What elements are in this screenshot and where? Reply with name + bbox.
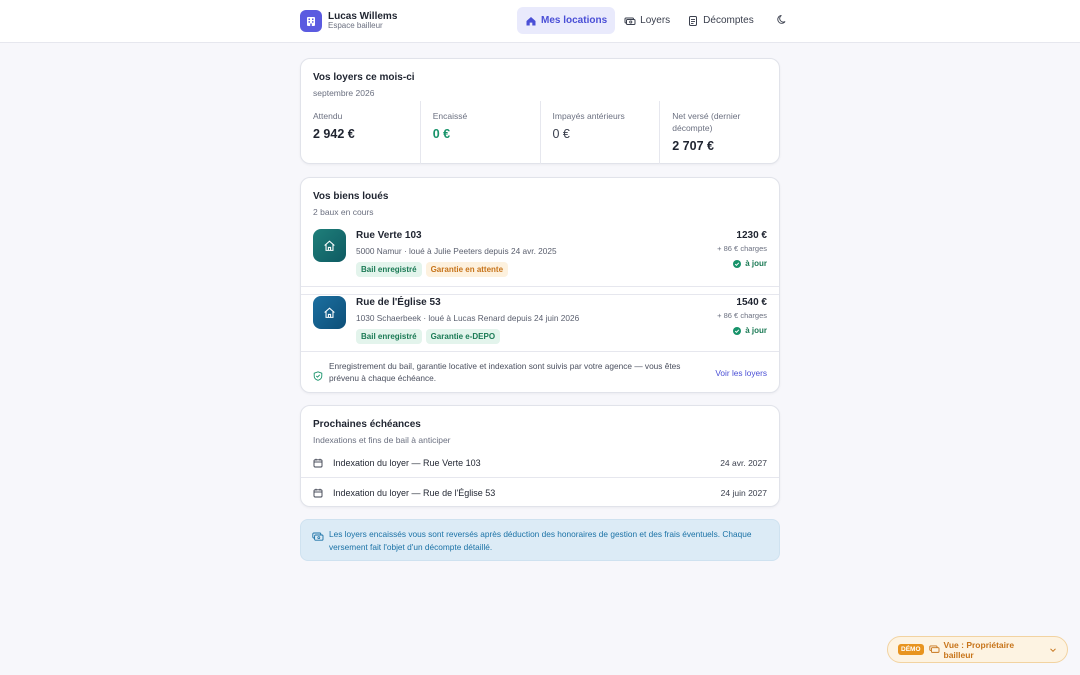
house-icon bbox=[313, 229, 346, 262]
stat-expected: Attendu 2 942 € bbox=[301, 101, 421, 164]
stat-label: Encaissé bbox=[432, 111, 468, 121]
property-rent: 1540 € bbox=[736, 297, 767, 308]
summary-period: septembre 2026 bbox=[313, 88, 375, 98]
calendar-icon bbox=[313, 458, 323, 468]
nav-decomptes[interactable]: Décomptes bbox=[679, 7, 762, 34]
deadline-row[interactable]: Indexation du loyer — Rue de l'Église 53… bbox=[301, 478, 779, 507]
status-text: à jour bbox=[745, 259, 767, 268]
building-icon bbox=[300, 10, 322, 32]
deadlines-title: Prochaines échéances bbox=[313, 419, 421, 430]
agency-note: Enregistrement du bail, garantie locativ… bbox=[301, 352, 779, 394]
property-rent-block: 1540 € + 86 € charges à jour bbox=[717, 297, 767, 335]
property-rent-block: 1230 € + 86 € charges à jour bbox=[717, 230, 767, 268]
properties-count: 2 baux en cours bbox=[313, 207, 374, 217]
property-name: Rue Verte 103 bbox=[356, 230, 422, 241]
upcoming-deadlines-card: Prochaines échéances Indexations et fins… bbox=[300, 405, 780, 507]
nav-label: Décomptes bbox=[703, 15, 754, 26]
deadline-row[interactable]: Indexation du loyer — Rue Verte 103 24 a… bbox=[301, 449, 779, 478]
money-icon bbox=[624, 15, 636, 27]
deadline-label: Indexation du loyer — Rue Verte 103 bbox=[333, 458, 481, 468]
stat-value: 2 707 € bbox=[672, 138, 714, 153]
status-text: à jour bbox=[745, 326, 767, 335]
properties-title: Vos biens loués bbox=[313, 191, 389, 202]
stat-value: 0 € bbox=[432, 126, 451, 141]
property-tags: Bail enregistré Garantie e-DEPO bbox=[356, 329, 504, 344]
money-icon bbox=[312, 529, 324, 541]
monthly-rent-summary-card: Vos loyers ce mois-ci septembre 2026 Att… bbox=[300, 58, 780, 164]
banner-text: Les loyers encaissés vous sont reversés … bbox=[329, 529, 752, 553]
brand: Lucas Willems Espace bailleur bbox=[300, 10, 397, 32]
stat-label: Attendu bbox=[313, 111, 343, 121]
stat-collected: Encaissé 0 € bbox=[421, 101, 541, 164]
summary-stats: Attendu 2 942 € Encaissé 0 € Impayés ant… bbox=[301, 101, 779, 164]
property-charges: + 86 € charges bbox=[717, 244, 767, 253]
nav-loyers[interactable]: Loyers bbox=[616, 7, 678, 34]
nav-label: Loyers bbox=[640, 15, 671, 26]
nav-label: Mes locations bbox=[541, 15, 608, 26]
info-banner: Les loyers encaissés vous sont reversés … bbox=[300, 519, 780, 561]
demo-role-switcher[interactable]: DÉMO Vue : Propriétaire bailleur bbox=[887, 636, 1068, 663]
property-rent: 1230 € bbox=[736, 230, 767, 241]
tag-lease-registered: Bail enregistré bbox=[356, 329, 422, 344]
property-description: 1030 Schaerbeek · loué à Lucas Renard de… bbox=[356, 313, 580, 323]
stat-net-paid: Net versé (dernier décompte) 2 707 € bbox=[660, 101, 779, 164]
house-icon bbox=[313, 296, 346, 329]
property-name: Rue de l'Église 53 bbox=[356, 297, 441, 308]
summary-title: Vos loyers ce mois-ci bbox=[313, 72, 415, 83]
property-row[interactable]: Rue de l'Église 53 1030 Schaerbeek · lou… bbox=[301, 286, 779, 352]
document-icon bbox=[687, 15, 699, 27]
check-circle-icon bbox=[733, 259, 742, 268]
stat-value: 2 942 € bbox=[313, 126, 355, 141]
demo-badge: DÉMO bbox=[898, 644, 924, 655]
main-nav: Mes locations Loyers Décomptes bbox=[517, 7, 796, 34]
deadline-date: 24 juin 2027 bbox=[720, 487, 767, 498]
top-bar: Lucas Willems Espace bailleur Mes locati… bbox=[0, 0, 1080, 43]
note-text: Enregistrement du bail, garantie locativ… bbox=[329, 361, 681, 384]
stat-label: Net versé (dernier décompte) bbox=[672, 111, 741, 133]
deadlines-subtitle: Indexations et fins de bail à anticiper bbox=[313, 435, 451, 445]
theme-toggle-button[interactable] bbox=[769, 7, 796, 34]
status-badge: à jour bbox=[717, 326, 767, 335]
tag-deposit-pending: Garantie en attente bbox=[425, 262, 509, 277]
deadline-date: 24 avr. 2027 bbox=[720, 458, 767, 468]
stat-value: 0 € bbox=[552, 126, 570, 141]
property-charges: + 86 € charges bbox=[717, 311, 767, 320]
money-icon bbox=[928, 645, 940, 654]
nav-mes-locations[interactable]: Mes locations bbox=[517, 7, 616, 34]
chevron-down-icon bbox=[1049, 646, 1057, 654]
home-icon bbox=[525, 15, 537, 27]
property-tags: Bail enregistré Garantie en attente bbox=[356, 262, 512, 277]
user-role: Espace bailleur bbox=[328, 21, 383, 31]
view-rents-link[interactable]: Voir les loyers bbox=[715, 368, 767, 378]
stat-label: Impayés antérieurs bbox=[552, 111, 625, 121]
demo-label: Vue : Propriétaire bailleur bbox=[943, 639, 1015, 660]
check-circle-icon bbox=[733, 326, 742, 335]
deadline-label: Indexation du loyer — Rue de l'Église 53 bbox=[333, 487, 496, 498]
property-description: 5000 Namur · loué à Julie Peeters depuis… bbox=[356, 246, 557, 256]
shield-check-icon bbox=[313, 368, 323, 381]
stat-arrears: Impayés antérieurs 0 € bbox=[541, 101, 661, 164]
tag-lease-registered: Bail enregistré bbox=[356, 262, 422, 277]
status-badge: à jour bbox=[717, 259, 767, 268]
tag-deposit-edepo: Garantie e-DEPO bbox=[425, 329, 501, 344]
calendar-icon bbox=[313, 488, 323, 498]
rented-properties-card: Vos biens loués 2 baux en cours Rue Vert… bbox=[300, 177, 780, 393]
moon-icon bbox=[777, 12, 788, 30]
